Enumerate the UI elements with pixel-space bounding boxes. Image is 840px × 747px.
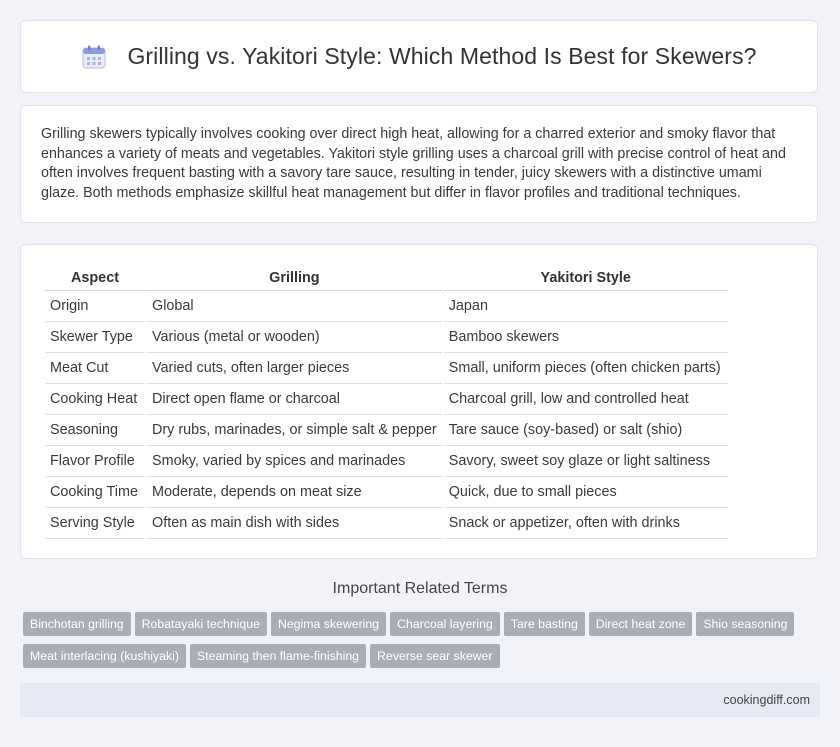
table-cell: Charcoal grill, low and controlled heat [443,384,728,415]
table-cell: Quick, due to small pieces [443,477,728,508]
table-cell: Bamboo skewers [443,322,728,353]
table-row: Seasoning Dry rubs, marinades, or simple… [45,415,728,446]
header-grilling: Grilling [147,267,442,291]
table-cell: Global [147,291,442,322]
table-cell: Seasoning [45,415,145,446]
table-cell: Cooking Heat [45,384,145,415]
footer: cookingdiff.com [20,683,820,717]
table-cell: Direct open flame or charcoal [147,384,442,415]
comparison-card: Aspect Grilling Yakitori Style Origin Gl… [20,244,818,559]
table-row: Cooking Heat Direct open flame or charco… [45,384,728,415]
related-term-tag[interactable]: Meat interlacing (kushiyaki) [23,644,186,668]
table-header-row: Aspect Grilling Yakitori Style [45,267,728,291]
related-term-tag[interactable]: Steaming then flame-finishing [190,644,366,668]
related-term-tag[interactable]: Direct heat zone [588,612,693,636]
comparison-table: Aspect Grilling Yakitori Style Origin Gl… [43,267,730,539]
related-term-tag[interactable]: Charcoal layering [390,612,500,636]
related-term-tag[interactable]: Negima skewering [270,612,387,636]
table-row: Meat Cut Varied cuts, often larger piece… [45,353,728,384]
footer-site-link[interactable]: cookingdiff.com [723,693,810,707]
related-term-tag[interactable]: Tare basting [503,612,585,636]
intro-card: Grilling skewers typically involves cook… [20,105,818,223]
intro-text: Grilling skewers typically involves cook… [41,126,786,201]
related-term-tag[interactable]: Shio seasoning [696,612,795,636]
table-cell: Small, uniform pieces (often chicken par… [443,353,728,384]
table-row: Serving Style Often as main dish with si… [45,508,728,539]
table-cell: Japan [443,291,728,322]
related-term-tag[interactable]: Binchotan grilling [23,612,131,636]
related-term-tag[interactable]: Reverse sear skewer [370,644,500,668]
table-cell: Serving Style [45,508,145,539]
table-row: Origin Global Japan [45,291,728,322]
table-cell: Snack or appetizer, often with drinks [443,508,728,539]
related-terms-title: Important Related Terms [332,580,508,597]
related-terms-list: Binchotan grilling Robatayaki technique Ne… [23,612,823,676]
table-cell: Moderate, depends on meat size [147,477,442,508]
calendar-icon [81,44,107,70]
table-cell: Varied cuts, often larger pieces [147,353,442,384]
table-row: Skewer Type Various (metal or wooden) Ba… [45,322,728,353]
table-cell: Meat Cut [45,353,145,384]
table-cell: Cooking Time [45,477,145,508]
table-cell: Tare sauce (soy-based) or salt (shio) [443,415,728,446]
table-cell: Skewer Type [45,322,145,353]
table-cell: Origin [45,291,145,322]
page-title: Grilling vs. Yakitori Style: Which Metho… [127,43,757,69]
table-row: Cooking Time Moderate, depends on meat s… [45,477,728,508]
header-yakitori: Yakitori Style [443,267,728,291]
table-cell: Savory, sweet soy glaze or light saltine… [443,446,728,477]
table-cell: Often as main dish with sides [147,508,442,539]
table-cell: Various (metal or wooden) [147,322,442,353]
header-card: Grilling vs. Yakitori Style: Which Metho… [20,20,818,93]
table-cell: Smoky, varied by spices and marinades [147,446,442,477]
table-cell: Flavor Profile [45,446,145,477]
header-aspect: Aspect [45,267,145,291]
table-row: Flavor Profile Smoky, varied by spices a… [45,446,728,477]
related-term-tag[interactable]: Robatayaki technique [134,612,267,636]
table-cell: Dry rubs, marinades, or simple salt & pe… [147,415,442,446]
